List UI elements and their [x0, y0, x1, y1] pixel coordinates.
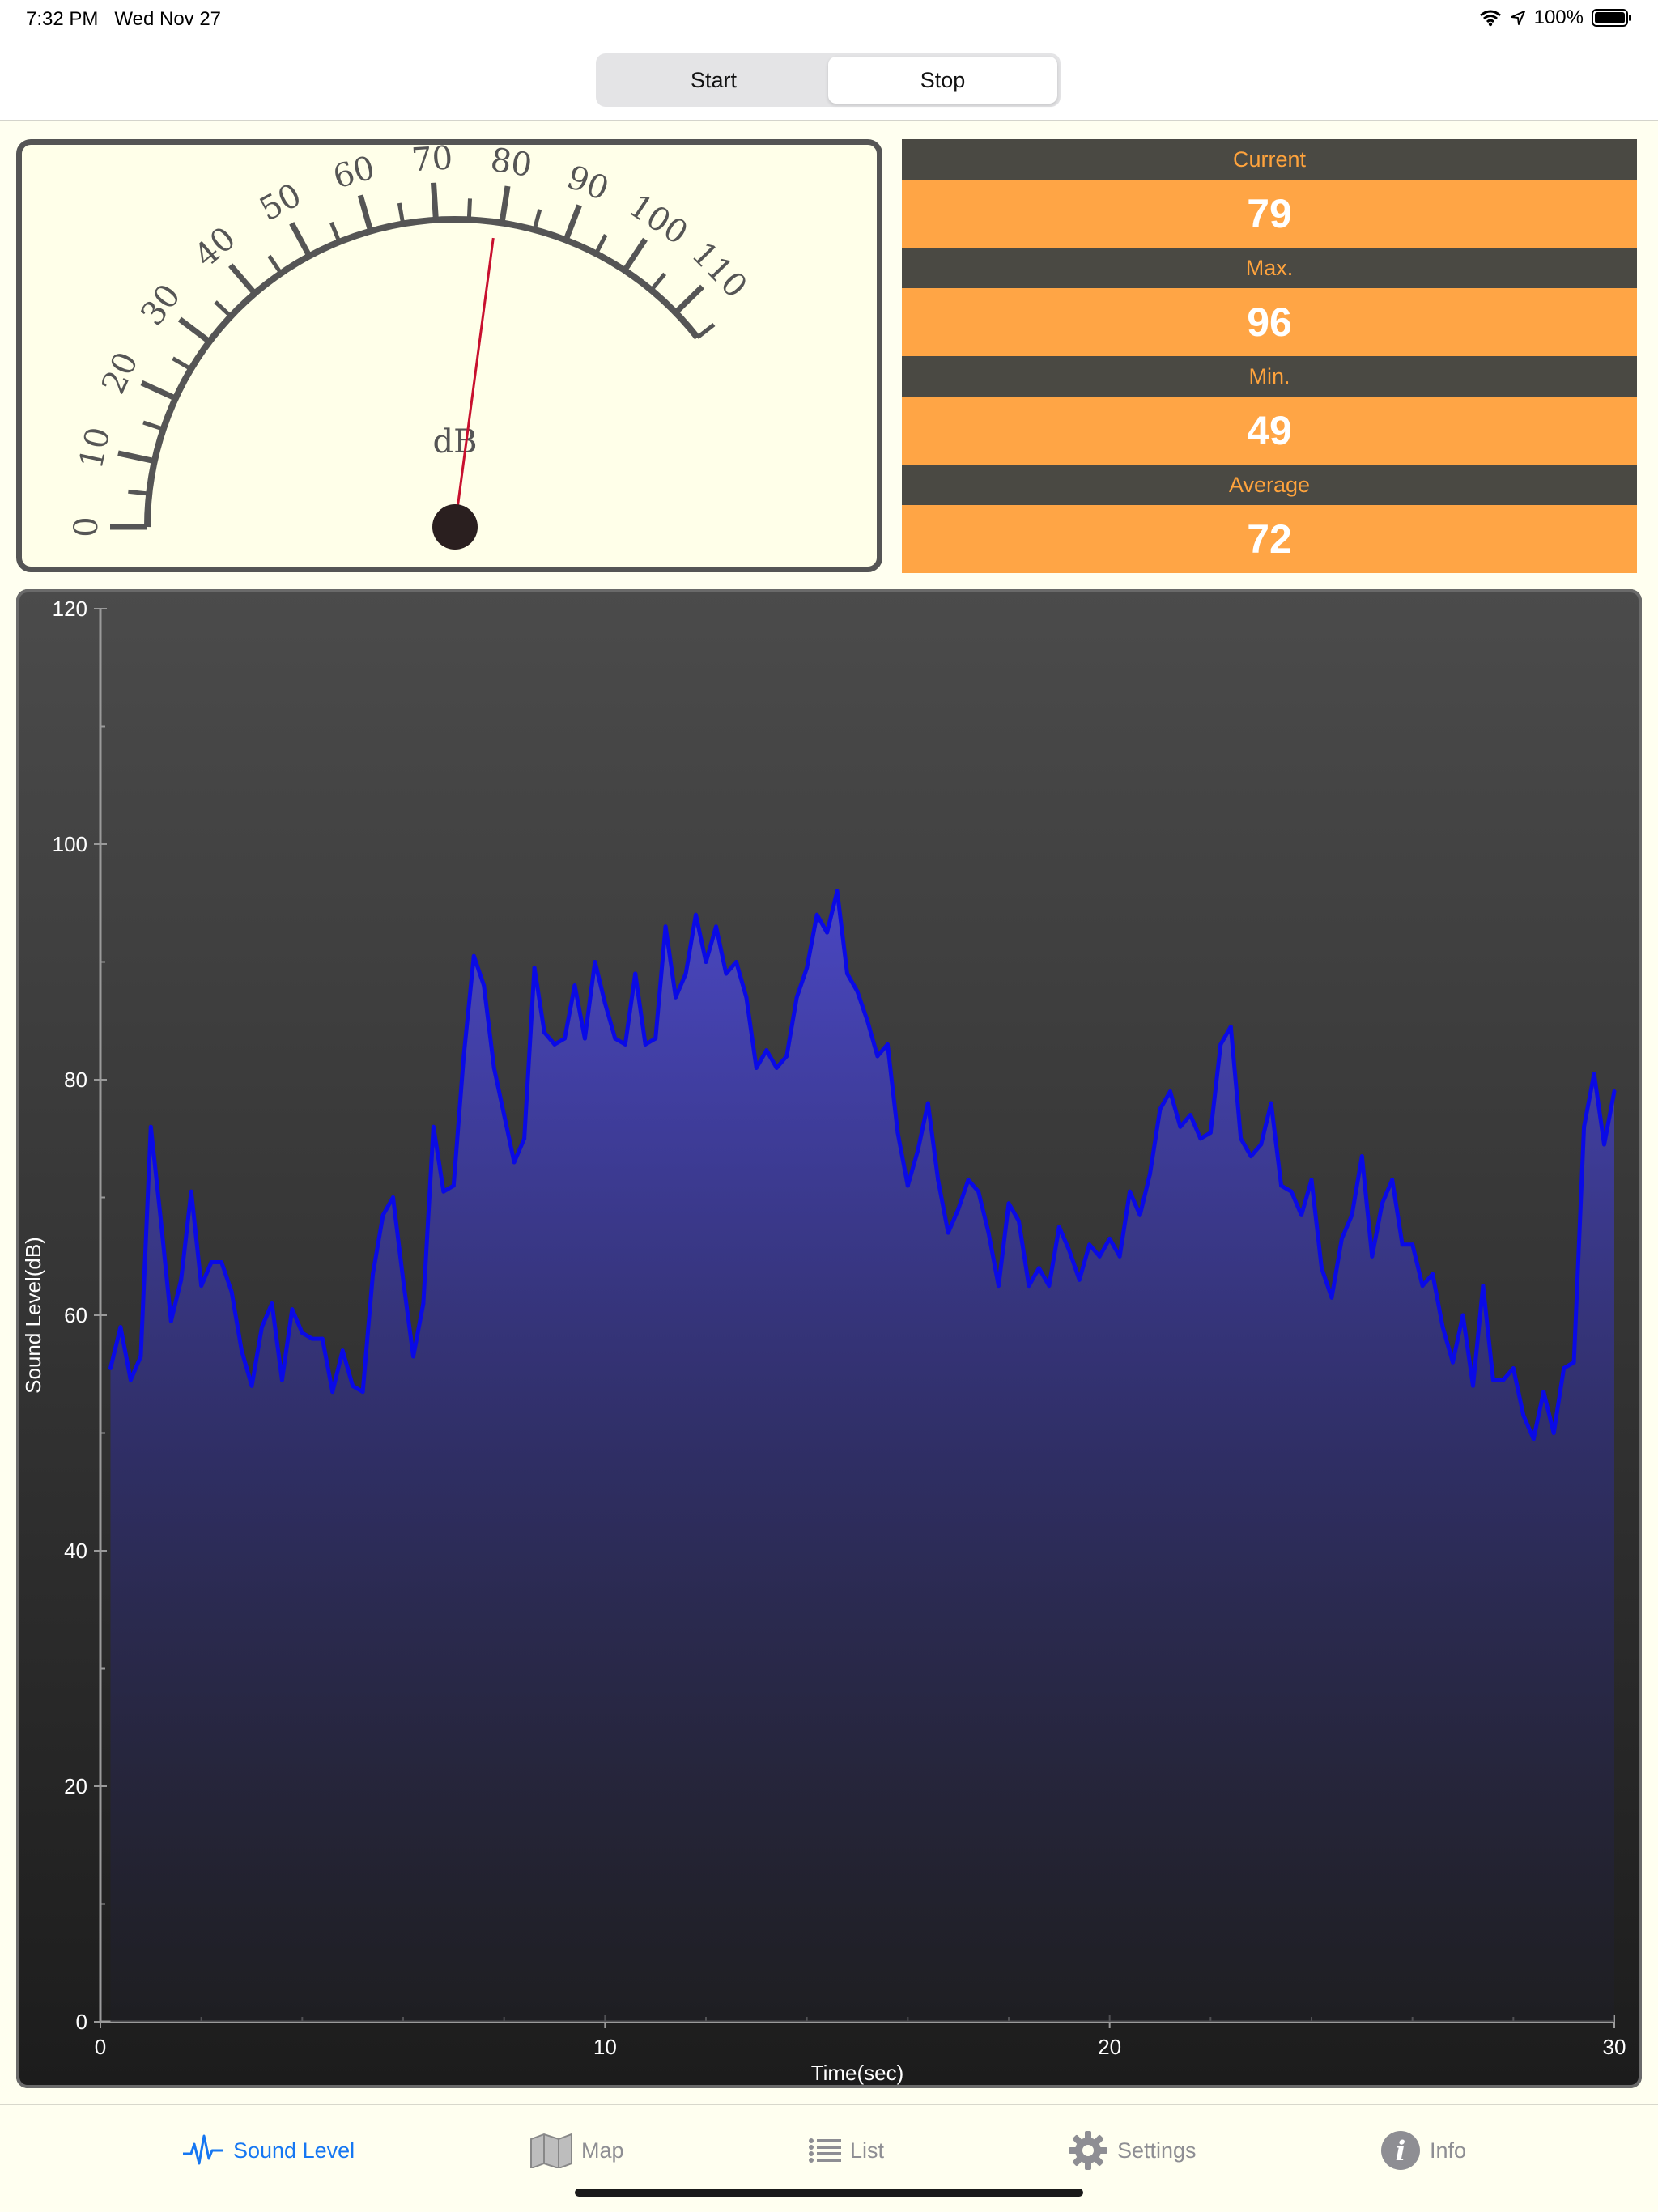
- max-label: Max.: [902, 248, 1637, 288]
- header-bar: Start Stop: [0, 39, 1658, 121]
- y-tick-label: 20: [64, 1774, 87, 1798]
- meter-tick: [228, 263, 257, 295]
- status-bar: 7:32 PM Wed Nov 27 100%: [0, 0, 1658, 39]
- meter-scale-label: 10: [73, 424, 118, 473]
- average-label: Average: [902, 465, 1637, 505]
- meter-scale-label: 90: [562, 159, 614, 208]
- sound-level-chart: 0 20 40 60 80 100 120 0 10 20 30 Time(sec) Sound …: [21, 597, 1626, 2085]
- meter-tick: [466, 198, 472, 220]
- tab-list-label: List: [850, 2138, 885, 2163]
- meter-tick: [172, 356, 193, 371]
- meter-tick: [214, 300, 232, 318]
- list-icon: [809, 2138, 841, 2163]
- meter-unit-label: dB: [433, 423, 478, 461]
- y-tick-label: 0: [76, 2010, 87, 2034]
- tab-sound-level[interactable]: Sound Level: [181, 2128, 355, 2173]
- tab-map-label: Map: [581, 2138, 624, 2163]
- tab-info[interactable]: i Info: [1380, 2128, 1466, 2173]
- meter-arc: [144, 215, 700, 528]
- tab-list[interactable]: List: [808, 2128, 884, 2173]
- stop-button[interactable]: Stop: [828, 57, 1057, 104]
- meter-tick: [117, 450, 155, 465]
- status-time: 7:32 PM Wed Nov 27: [26, 8, 222, 30]
- meter-scale-label: 20: [95, 346, 146, 399]
- meter-tick: [499, 185, 511, 224]
- meter-tick: [622, 237, 648, 272]
- home-indicator: [575, 2189, 1083, 2197]
- battery-percent: 100%: [1533, 6, 1584, 28]
- tab-map[interactable]: Map: [529, 2128, 624, 2173]
- y-tick-label: 40: [64, 1539, 87, 1563]
- info-icon: i: [1381, 2131, 1420, 2170]
- meter-scale-label: 100: [622, 187, 694, 253]
- meter-tick: [674, 284, 704, 315]
- app-root: 7:32 PM Wed Nov 27 100% Start Stop 0 10 …: [0, 0, 1658, 2212]
- tab-sound-level-label: Sound Level: [233, 2138, 355, 2163]
- meter-scale-label: 50: [253, 176, 308, 229]
- wifi-icon: [1479, 10, 1501, 27]
- y-axis-title: Sound Level(dB): [21, 1237, 45, 1394]
- readouts-panel: Current 79 Max. 96 Min. 49 Average 72: [902, 139, 1637, 573]
- meter-needle: [453, 237, 495, 528]
- x-tick-label: 30: [1603, 2035, 1626, 2059]
- meter-tick: [329, 221, 342, 243]
- meter-tick: [140, 380, 177, 401]
- current-label: Current: [902, 139, 1637, 180]
- battery-icon: [1592, 9, 1631, 27]
- y-tick-label: 80: [64, 1068, 87, 1092]
- y-tick-label: 100: [53, 832, 87, 856]
- start-button[interactable]: Start: [599, 57, 828, 104]
- meter-tick: [431, 182, 439, 220]
- meter-tick: [177, 316, 211, 344]
- meter-scale-label: 80: [488, 145, 534, 185]
- meter-scale-label: 70: [410, 145, 454, 179]
- x-tick-label: 0: [95, 2035, 106, 2059]
- meter-tick: [289, 222, 312, 257]
- sound-level-area: [110, 891, 1614, 2022]
- location-arrow-icon: [1510, 11, 1525, 25]
- meter-tick: [649, 272, 667, 291]
- meter-scale-label: 0: [68, 516, 105, 537]
- meter-needle-hub: [432, 504, 478, 550]
- sound-level-chart-panel: 0 20 40 60 80 100 120 0 10 20 30 Time(sec) Sound …: [16, 589, 1642, 2088]
- current-value: 79: [902, 180, 1637, 248]
- y-tick-label: 60: [64, 1303, 87, 1327]
- tab-settings-label: Settings: [1117, 2138, 1197, 2163]
- meter-tick: [397, 202, 406, 224]
- meter-tick: [142, 420, 164, 431]
- meter-scale-label: 30: [134, 278, 188, 333]
- meter-tick: [357, 194, 374, 232]
- waveform-icon: [183, 2134, 223, 2165]
- meter-tick: [128, 489, 150, 496]
- meter-tick: [594, 234, 608, 255]
- min-label: Min.: [902, 356, 1637, 397]
- y-tick-label: 120: [53, 597, 87, 621]
- max-value: 96: [902, 288, 1637, 356]
- meter-scale-label: 60: [329, 149, 379, 196]
- map-icon: [530, 2133, 572, 2168]
- x-axis-title: Time(sec): [811, 2061, 904, 2085]
- min-value: 49: [902, 397, 1637, 465]
- meter-tick: [563, 204, 582, 241]
- x-tick-label: 10: [593, 2035, 617, 2059]
- tab-info-label: Info: [1430, 2138, 1467, 2163]
- average-value: 72: [902, 505, 1637, 573]
- meter-tick: [532, 209, 542, 231]
- start-stop-segmented-control: Start Stop: [596, 53, 1061, 107]
- gear-icon: [1069, 2131, 1107, 2170]
- meter-gauge: 0102030405060 70 80 90100110 dB: [68, 145, 754, 550]
- meter-tick: [267, 254, 283, 275]
- x-tick-label: 20: [1098, 2035, 1121, 2059]
- meter-tick: [695, 323, 716, 339]
- analog-db-meter: 0 10 20 30 40 50 60 70 80 90 100 110 dB: [16, 139, 882, 572]
- status-right: 100%: [1479, 6, 1632, 29]
- tab-settings[interactable]: Settings: [1067, 2128, 1197, 2173]
- svg-text:i: i: [1396, 2135, 1406, 2167]
